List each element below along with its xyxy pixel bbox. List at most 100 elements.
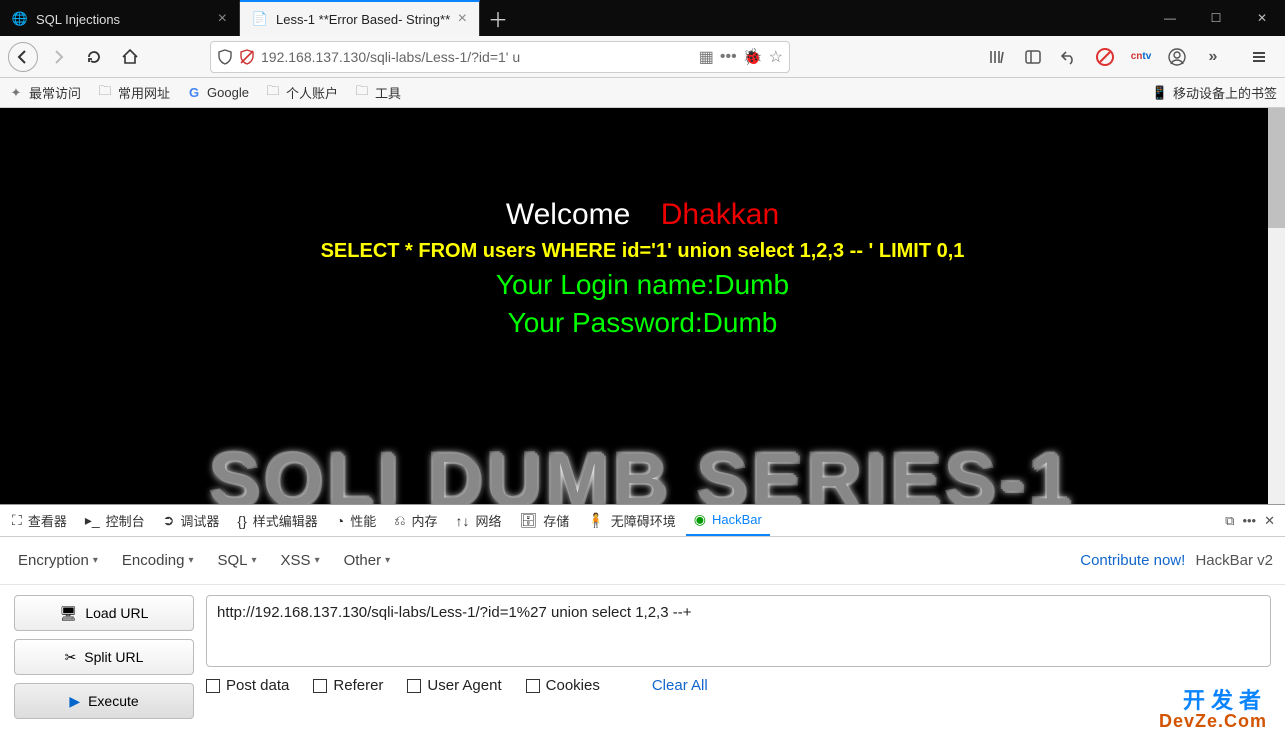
back-button[interactable] — [8, 42, 38, 72]
sidebar-icon[interactable] — [1015, 41, 1051, 73]
forward-button[interactable] — [42, 41, 74, 73]
devtab-debugger[interactable]: ➲调试器 — [155, 505, 228, 536]
bm-label: 最常访问 — [29, 83, 81, 102]
window-controls: — ☐ ✕ — [1147, 0, 1285, 36]
network-icon: ↑↓ — [456, 513, 470, 529]
hackbar-options: Post data Referer User Agent Cookies Cle… — [206, 677, 1271, 694]
devtools-panel: ⛶查看器 ▸_控制台 ➲调试器 {}样式编辑器 ◔性能 ⎌内存 ↑↓网络 🗄存储… — [0, 504, 1285, 739]
split-url-button[interactable]: ✂Split URL — [14, 639, 194, 675]
check-cookies[interactable]: Cookies — [526, 677, 600, 694]
bookmark-accounts[interactable]: 🗀 个人账户 — [265, 83, 338, 102]
bm-label: 工具 — [375, 83, 401, 102]
bm-label: 常用网址 — [118, 83, 170, 102]
devtab-style[interactable]: {}样式编辑器 — [229, 505, 325, 536]
devtab-network[interactable]: ↑↓网络 — [448, 505, 510, 536]
bookmark-most-visited[interactable]: ✦ 最常访问 — [8, 83, 81, 102]
welcome-text: Welcome — [506, 198, 630, 231]
devtab-memory[interactable]: ⎌内存 — [386, 505, 445, 536]
contribute-link[interactable]: Contribute now! — [1080, 552, 1185, 569]
scrollbar[interactable] — [1268, 108, 1285, 504]
scrollbar-thumb[interactable] — [1268, 108, 1285, 228]
storage-icon: 🗄 — [520, 512, 538, 529]
mobile-icon: 📱 — [1152, 85, 1168, 101]
caret-down-icon: ▾ — [188, 555, 193, 566]
devtab-storage[interactable]: 🗄存储 — [512, 505, 578, 536]
maximize-button[interactable]: ☐ — [1193, 0, 1239, 36]
new-tab-button[interactable]: ＋ — [480, 0, 516, 36]
series-banner: SQLI DUMB SERIES-1 — [0, 437, 1285, 504]
caret-down-icon: ▾ — [315, 555, 320, 566]
folder-icon: 🗀 — [265, 85, 281, 101]
menu-encoding[interactable]: Encoding▾ — [116, 548, 200, 573]
minimize-button[interactable]: — — [1147, 0, 1193, 36]
load-url-button[interactable]: 🖥Load URL — [14, 595, 194, 631]
url-input[interactable] — [261, 49, 693, 65]
bookmarks-bar: ✦ 最常访问 🗀 常用网址 G Google 🗀 个人账户 🗀 工具 📱 移动设… — [0, 78, 1285, 108]
check-referer[interactable]: Referer — [313, 677, 383, 694]
overflow-icon[interactable]: » — [1195, 41, 1231, 73]
menu-icon[interactable] — [1241, 41, 1277, 73]
bookmark-tools[interactable]: 🗀 工具 — [354, 83, 401, 102]
checkbox-icon — [206, 679, 220, 693]
tab-title: Less-1 **Error Based- String** — [276, 12, 450, 27]
qr-icon[interactable]: ▦ — [699, 47, 714, 67]
hackbar-main: 🖥Load URL ✂Split URL ▶Execute http://192… — [0, 585, 1285, 739]
account-icon[interactable] — [1159, 41, 1195, 73]
tracking-off-icon[interactable] — [239, 49, 255, 65]
check-postdata[interactable]: Post data — [206, 677, 289, 694]
devtools-tabbar: ⛶查看器 ▸_控制台 ➲调试器 {}样式编辑器 ◔性能 ⎌内存 ↑↓网络 🗄存储… — [0, 505, 1285, 537]
close-icon[interactable]: × — [458, 10, 467, 28]
close-icon[interactable]: ✕ — [1264, 513, 1275, 529]
bug-icon[interactable]: 🐞 — [743, 47, 763, 67]
bm-label: 移动设备上的书签 — [1173, 83, 1277, 102]
menu-sql[interactable]: SQL▾ — [212, 548, 263, 573]
kebab-icon[interactable]: ••• — [1242, 513, 1256, 528]
devtab-inspector[interactable]: ⛶查看器 — [4, 505, 75, 536]
home-button[interactable] — [114, 41, 146, 73]
bm-label: 个人账户 — [286, 83, 338, 102]
library-icon[interactable] — [979, 41, 1015, 73]
check-useragent[interactable]: User Agent — [407, 677, 501, 694]
sparkle-icon: ✦ — [8, 85, 24, 101]
sql-query-text: SELECT * FROM users WHERE id='1' union s… — [0, 240, 1285, 263]
console-icon: ▸_ — [85, 512, 100, 529]
hackbar-url-input[interactable]: http://192.168.137.130/sqli-labs/Less-1/… — [206, 595, 1271, 667]
devtab-hackbar[interactable]: ◉HackBar — [686, 505, 770, 536]
caret-down-icon: ▾ — [93, 555, 98, 566]
bookmark-common-sites[interactable]: 🗀 常用网址 — [97, 83, 170, 102]
close-window-button[interactable]: ✕ — [1239, 0, 1285, 36]
cntv-icon[interactable]: cntv — [1123, 41, 1159, 73]
menu-xss[interactable]: XSS▾ — [275, 548, 326, 573]
clear-all-link[interactable]: Clear All — [652, 677, 708, 694]
devtab-perf[interactable]: ◔性能 — [328, 505, 384, 536]
devtab-console[interactable]: ▸_控制台 — [77, 505, 153, 536]
menu-other[interactable]: Other▾ — [338, 548, 397, 573]
bookmark-mobile[interactable]: 📱 移动设备上的书签 — [1152, 83, 1277, 102]
hackbar-version: HackBar v2 — [1195, 552, 1273, 569]
hackbar-icon: ◉ — [694, 511, 706, 528]
bookmark-google[interactable]: G Google — [186, 85, 249, 101]
undo-icon[interactable] — [1051, 41, 1087, 73]
tab-title: SQL Injections — [36, 12, 120, 27]
reload-button[interactable] — [78, 41, 110, 73]
menu-encryption[interactable]: Encryption▾ — [12, 548, 104, 573]
execute-button[interactable]: ▶Execute — [14, 683, 194, 719]
folder-icon: 🗀 — [354, 85, 370, 101]
password-text: Your Password:Dumb — [0, 307, 1285, 339]
shield-icon[interactable] — [217, 49, 233, 65]
folder-icon: 🗀 — [97, 85, 113, 101]
caret-down-icon: ▾ — [252, 555, 257, 566]
tab-less-1[interactable]: 📄 Less-1 **Error Based- String** × — [240, 0, 480, 36]
page-icon: 📄 — [252, 11, 268, 27]
play-icon: ▶ — [69, 693, 80, 710]
noscript-icon[interactable] — [1087, 41, 1123, 73]
meatball-icon[interactable]: ••• — [720, 48, 737, 66]
google-icon: G — [186, 85, 202, 101]
close-icon[interactable]: × — [218, 10, 227, 28]
star-icon[interactable]: ☆ — [769, 47, 783, 67]
tab-sql-injections[interactable]: 🌐 SQL Injections × — [0, 0, 240, 36]
devtab-a11y[interactable]: 🧍无障碍环境 — [579, 505, 683, 536]
hackbar-right: Contribute now! HackBar v2 — [1080, 552, 1273, 569]
dock-icon[interactable]: ⧉ — [1225, 513, 1234, 529]
url-box[interactable]: ▦ ••• 🐞 ☆ — [210, 41, 790, 73]
